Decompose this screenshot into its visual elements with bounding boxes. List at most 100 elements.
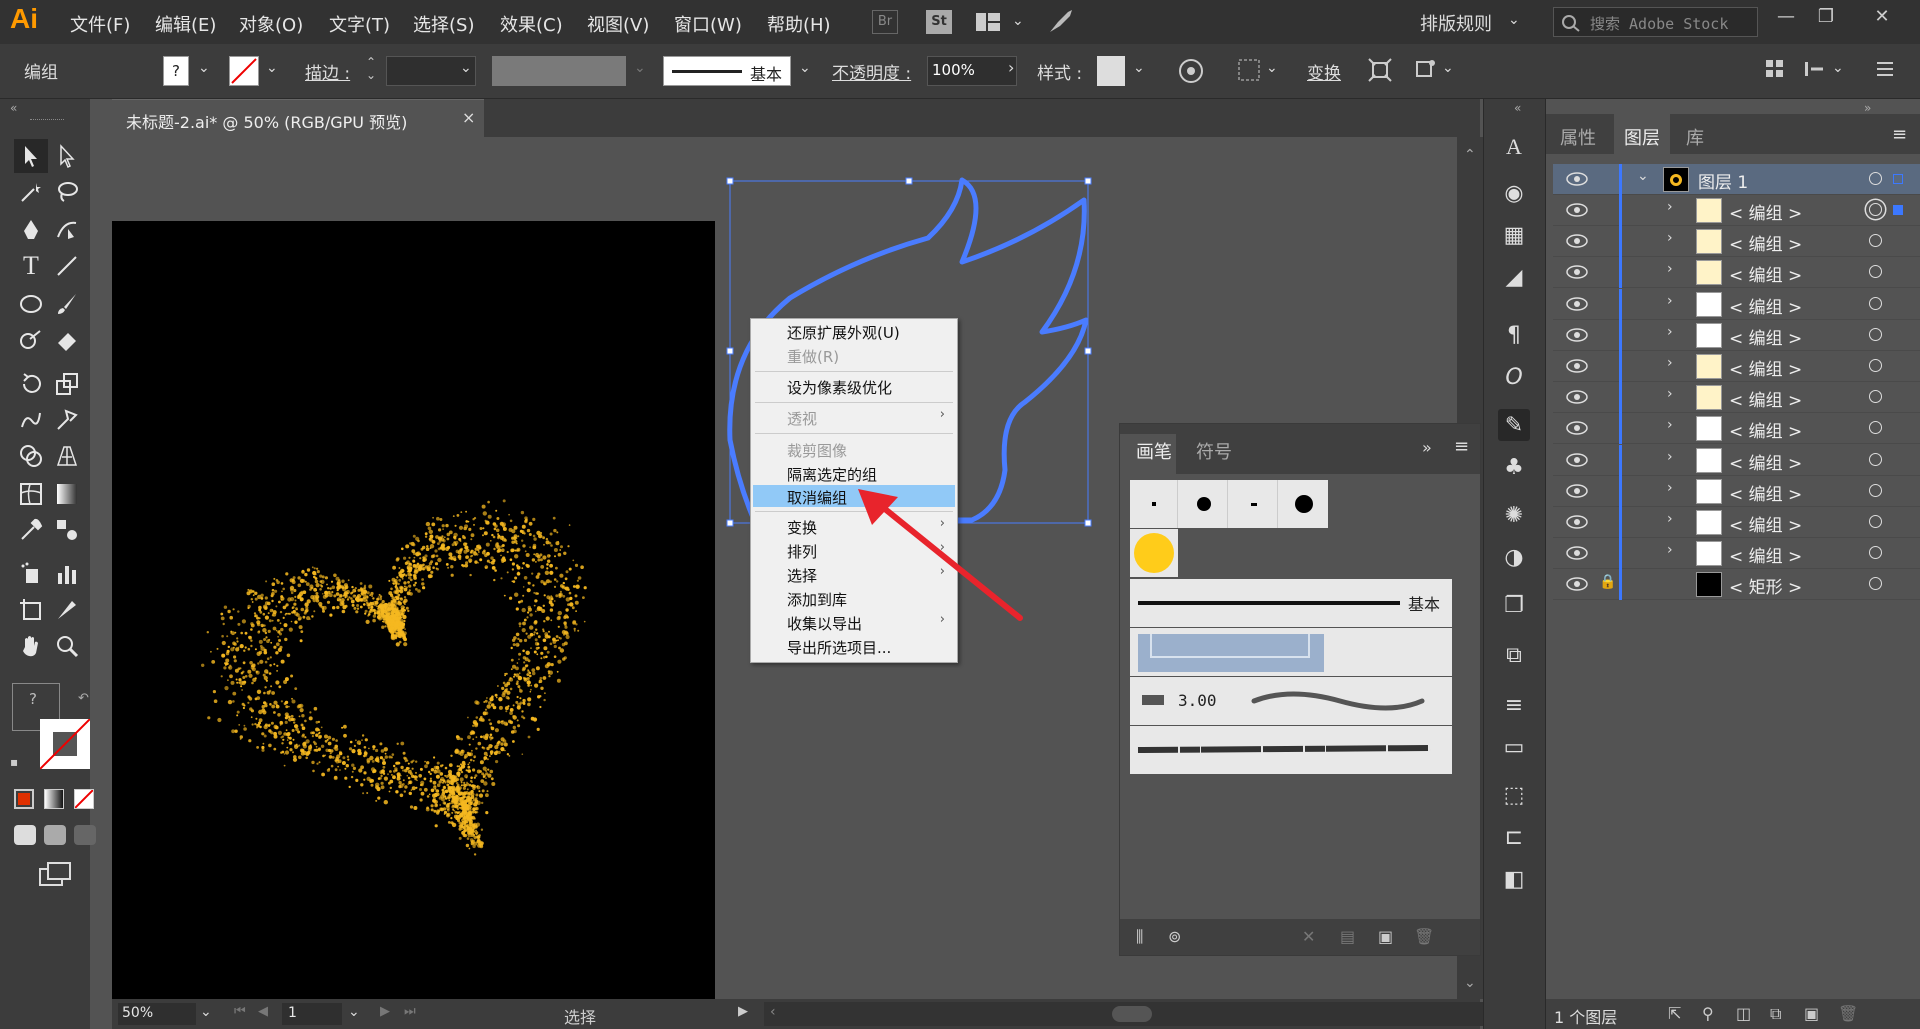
brush-preset-item[interactable] [1230,480,1278,528]
chevron-right-icon[interactable]: › [1667,293,1673,309]
eraser-tool-icon[interactable] [50,323,84,357]
target-circle-icon[interactable] [1869,234,1882,248]
delete-brush-icon[interactable]: 🗑 [1414,927,1434,946]
menu-select[interactable]: 选择(S) [413,11,474,37]
paragraph-icon[interactable]: ¶ [1498,319,1530,351]
selection-tool-icon[interactable] [14,139,48,173]
opacity-input[interactable]: 100% [927,56,1017,86]
recolor-icon[interactable] [1177,57,1205,89]
target-circle-icon[interactable] [1869,203,1882,216]
visibility-eye-icon[interactable] [1565,326,1589,344]
menu-file[interactable]: 文件(F) [70,11,130,37]
tab-properties[interactable]: 属性 [1560,124,1596,150]
locate-object-icon[interactable]: ⚲ [1702,1004,1714,1023]
tab-libraries[interactable]: 库 [1686,124,1704,150]
chevron-down-icon[interactable]: ⌄ [266,60,278,76]
graphic-style-swatch[interactable] [1097,56,1125,86]
prev-artboard-icon[interactable]: ◀ [258,1004,268,1019]
target-circle-icon[interactable] [1869,296,1882,310]
visibility-eye-icon[interactable] [1565,388,1589,406]
visibility-eye-icon[interactable] [1565,357,1589,375]
chevron-right-icon[interactable]: › [1008,58,1014,77]
brush-preset-item[interactable] [1180,480,1228,528]
layer-row[interactable]: › < 编组 > [1553,413,1920,445]
brush-basic-row[interactable]: 基本 [1130,579,1452,627]
lock-icon[interactable]: 🔒 [1599,574,1616,590]
selection-indicator[interactable] [1893,205,1903,215]
visibility-eye-icon[interactable] [1565,451,1589,469]
layer-row[interactable]: › < 编组 > [1553,195,1920,226]
tab-symbols[interactable]: 符号 [1196,438,1232,464]
brush-charcoal-row[interactable] [1130,726,1452,774]
chevron-right-icon[interactable]: › [1667,199,1673,215]
layer-item-name[interactable]: < 编组 > [1729,199,1802,224]
brush-calligraphic-row[interactable]: 3.00 [1130,677,1452,725]
layer-item-name[interactable]: < 编组 > [1729,355,1802,380]
bridge-icon[interactable]: Br [872,10,898,34]
visibility-eye-icon[interactable] [1565,295,1589,313]
layer-item-name[interactable]: < 编组 > [1729,386,1802,411]
panel-menu-icon[interactable]: ≡ [1454,436,1469,457]
eyedropper-tool-icon[interactable] [14,513,48,547]
target-circle-icon[interactable] [1869,359,1882,372]
stroke-label[interactable]: 描边 : [305,59,350,84]
layer-row[interactable]: › < 编组 > [1553,288,1920,320]
gpu-rocket-icon[interactable] [1046,8,1076,40]
chevron-right-icon[interactable]: › [1667,480,1673,496]
gradient-mode-icon[interactable] [44,789,64,809]
direct-selection-tool-icon[interactable] [50,139,84,173]
status-menu-icon[interactable]: ▶ [738,1004,748,1019]
chevron-right-icon[interactable]: › [1667,449,1673,465]
remove-stroke-icon[interactable]: ✕ [1302,927,1315,946]
brush-preset-item[interactable] [1130,529,1178,577]
pen-tool-icon[interactable] [14,213,48,247]
stroke-color-box[interactable] [39,718,91,770]
chevron-down-icon[interactable]: ⌄ [1442,60,1454,76]
menu-item-add-to-library[interactable]: 添加到库 [787,589,847,610]
document-tab[interactable]: 未标题-2.ai* @ 50% (RGB/GPU 预览) × [112,99,484,137]
target-circle-icon[interactable] [1869,452,1882,466]
chevron-down-icon[interactable]: ⌄ [1266,60,1278,76]
chevron-down-icon[interactable]: ⌄ [634,60,646,76]
menu-item-arrange[interactable]: 排列 [787,541,817,562]
draw-inside-icon[interactable] [74,825,96,845]
swatches-icon[interactable]: ▦ [1498,219,1530,251]
expand-panel-icon[interactable]: » [1422,438,1432,457]
chevron-right-icon[interactable]: › [1667,542,1673,558]
layer-row[interactable]: › < 编组 > [1553,382,1920,414]
draw-behind-icon[interactable] [44,825,66,845]
hand-tool-icon[interactable] [14,629,48,663]
scale-tool-icon[interactable] [50,367,84,401]
chevron-down-icon[interactable]: ⌄ [200,1004,212,1020]
layer-item-name[interactable]: < 编组 > [1729,511,1802,536]
chevron-down-icon[interactable]: ⌄ [348,1004,360,1020]
collapse-icon[interactable]: « [10,101,17,115]
menu-item-crop-image[interactable]: 裁剪图像 [787,440,847,461]
asset-export-icon[interactable]: ⧉ [1498,639,1530,671]
slice-tool-icon[interactable] [50,593,84,627]
tab-layers[interactable]: 图层 [1624,124,1660,150]
default-colors-icon[interactable]: ▪ [10,755,18,769]
layer-item-name[interactable]: < 编组 > [1729,324,1802,349]
clip-mask-icon[interactable]: ◫ [1736,1004,1751,1023]
chevron-down-icon[interactable]: ⌄ [460,60,472,76]
brush-options-icon[interactable]: ▤ [1340,927,1355,946]
chevron-right-icon[interactable]: › [1667,386,1673,402]
restore-button[interactable]: ❐ [1808,6,1844,36]
gradient-tool-icon[interactable] [50,477,84,511]
first-artboard-icon[interactable]: ⏮ [234,1004,246,1019]
menu-item-pixel-optimize[interactable]: 设为像素级优化 [787,377,892,398]
collapse-icon[interactable]: « [1514,101,1521,115]
menu-item-undo-expand[interactable]: 还原扩展外观(U) [787,322,900,343]
target-circle-icon[interactable] [1869,172,1882,185]
symbols-icon[interactable]: ♣ [1498,451,1530,483]
layer-row[interactable]: › < 编组 > [1553,475,1920,507]
stroke-panel-icon[interactable]: ✺ [1498,499,1530,531]
visibility-eye-icon[interactable] [1565,575,1589,593]
perspective-grid-tool-icon[interactable] [50,439,84,473]
menu-type[interactable]: 文字(T) [329,11,390,37]
next-artboard-icon[interactable]: ▶ [380,1004,390,1019]
align-icon[interactable] [1236,57,1262,87]
chevron-right-icon[interactable]: › [1667,355,1673,371]
close-button[interactable]: ✕ [1864,6,1900,36]
